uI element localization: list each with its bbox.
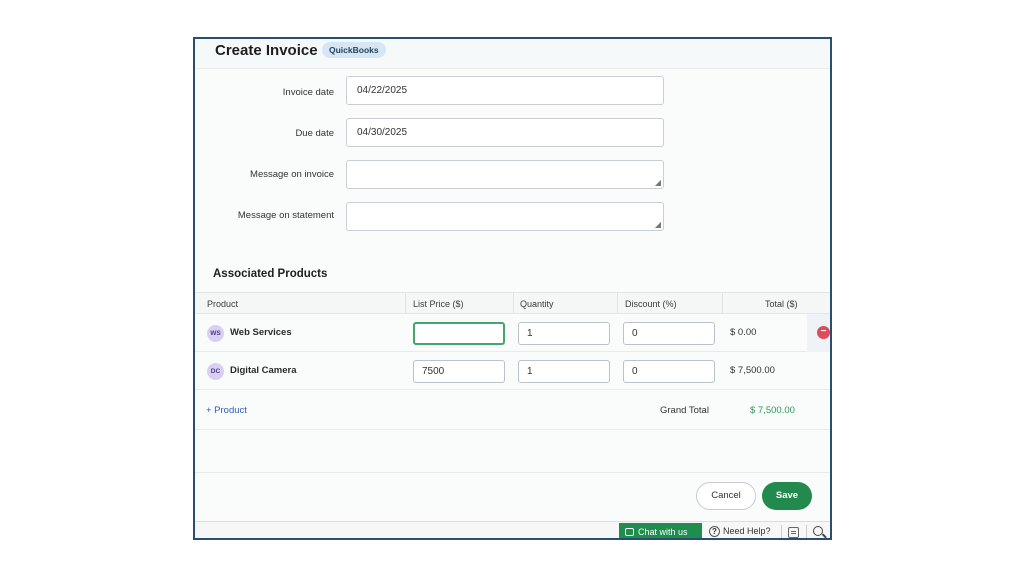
- discount-input[interactable]: 0: [623, 360, 715, 383]
- dialog-header: Create Invoice QuickBooks: [195, 39, 830, 69]
- quantity-input[interactable]: 1: [518, 360, 610, 383]
- search-icon[interactable]: [813, 526, 823, 536]
- table-row: WS Web Services 1 0 $ 0.00 −: [195, 314, 830, 352]
- column-divider: [405, 293, 406, 314]
- product-name: Web Services: [230, 327, 292, 338]
- associated-products-title: Associated Products: [213, 268, 328, 280]
- divider: [806, 525, 807, 538]
- quantity-input[interactable]: 1: [518, 322, 610, 345]
- column-divider: [617, 293, 618, 314]
- due-date-input[interactable]: 04/30/2025: [346, 118, 664, 147]
- column-quantity: Quantity: [520, 299, 554, 309]
- due-date-label: Due date: [295, 128, 334, 139]
- remove-row-icon[interactable]: −: [817, 326, 830, 339]
- list-price-input[interactable]: [413, 322, 505, 345]
- column-divider: [513, 293, 514, 314]
- save-button[interactable]: Save: [762, 482, 812, 510]
- list-price-input[interactable]: 7500: [413, 360, 505, 383]
- message-invoice-label: Message on invoice: [250, 169, 334, 180]
- help-label: Need Help?: [723, 526, 771, 536]
- resize-handle-icon[interactable]: ◢: [655, 221, 661, 229]
- column-list-price: List Price ($): [413, 299, 464, 309]
- add-product-link[interactable]: + Product: [206, 405, 247, 416]
- row-total: $ 7,500.00: [730, 365, 775, 376]
- bottom-bar: Chat with us ? Need Help?: [195, 521, 830, 538]
- chat-label: Chat with us: [638, 527, 688, 537]
- discount-input[interactable]: 0: [623, 322, 715, 345]
- row-total: $ 0.00: [730, 327, 757, 338]
- row-actions: −: [807, 314, 830, 352]
- message-statement-label: Message on statement: [237, 210, 334, 221]
- help-icon: ?: [709, 526, 720, 537]
- invoice-date-label: Invoice date: [282, 87, 334, 98]
- divider: [195, 429, 830, 430]
- create-invoice-dialog: Create Invoice QuickBooks Invoice date 0…: [193, 37, 832, 540]
- message-statement-textarea[interactable]: ◢: [346, 202, 664, 231]
- divider: [195, 472, 830, 473]
- grand-total-value: $ 7,500.00: [750, 405, 795, 416]
- message-invoice-textarea[interactable]: ◢: [346, 160, 664, 189]
- table-row: DC Digital Camera 7500 1 0 $ 7,500.00: [195, 352, 830, 390]
- resize-handle-icon[interactable]: ◢: [655, 179, 661, 187]
- divider: [781, 525, 782, 538]
- column-discount: Discount (%): [625, 299, 677, 309]
- chat-icon: [625, 528, 634, 536]
- grand-total-label: Grand Total: [660, 405, 709, 416]
- chat-with-us-button[interactable]: Chat with us: [619, 523, 702, 538]
- column-total: Total ($): [765, 299, 798, 309]
- page-title: Create Invoice: [215, 42, 318, 59]
- column-divider: [722, 293, 723, 314]
- product-name: Digital Camera: [230, 365, 297, 376]
- need-help-button[interactable]: ? Need Help?: [709, 526, 771, 537]
- quickbooks-badge: QuickBooks: [322, 42, 386, 58]
- products-table-header: Product List Price ($) Quantity Discount…: [195, 292, 830, 314]
- product-avatar: DC: [207, 363, 224, 380]
- column-product: Product: [207, 299, 239, 309]
- cancel-button[interactable]: Cancel: [696, 482, 756, 510]
- invoice-date-input[interactable]: 04/22/2025: [346, 76, 664, 105]
- notes-icon[interactable]: [788, 527, 799, 538]
- product-avatar: WS: [207, 325, 224, 342]
